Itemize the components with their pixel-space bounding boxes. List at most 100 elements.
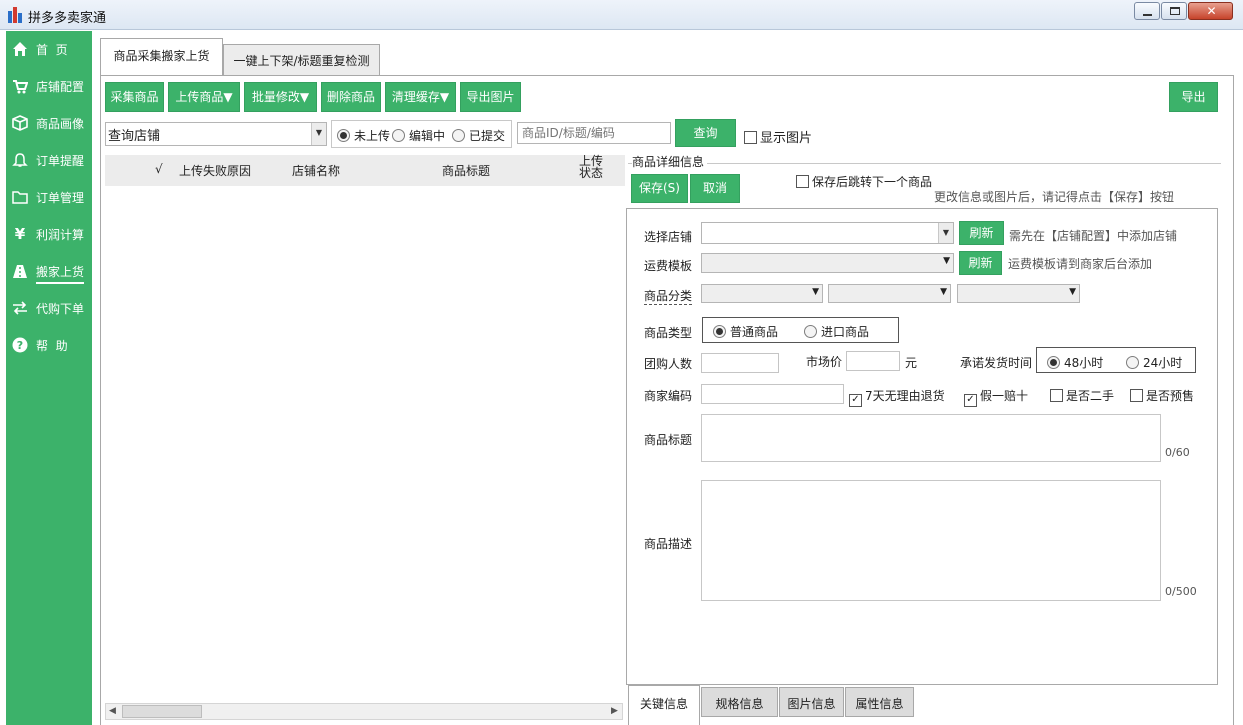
radio-label: 24小时 (1143, 356, 1183, 370)
collect-products-button[interactable]: 采集商品 (105, 82, 164, 112)
freight-template-label: 运费模板 (644, 259, 693, 273)
grid-header: √ 上传失败原因 店铺名称 商品标题 上传状态 (105, 155, 625, 186)
checkbox-label: 保存后跳转下一个商品 (812, 175, 933, 189)
scroll-left-icon[interactable]: ◀ (109, 706, 116, 716)
sidebar-item-home[interactable]: 首 页 (6, 31, 92, 67)
tab-collect-move[interactable]: 商品采集搬家上货 (100, 38, 223, 75)
close-button[interactable]: ✕ (1188, 2, 1233, 20)
ship-time-24h-radio[interactable]: 24小时 (1126, 354, 1182, 371)
scroll-thumb[interactable] (122, 705, 202, 718)
question-icon: ? (12, 337, 28, 353)
yen-icon: ¥ (14, 225, 26, 243)
sidebar-item-help[interactable]: ? 帮 助 (6, 327, 92, 363)
cancel-button[interactable]: 取消 (690, 174, 740, 203)
search-input[interactable] (517, 122, 671, 144)
sidebar-item-shop-config[interactable]: 店铺配置 (6, 68, 92, 104)
product-type-label: 商品类型 (644, 326, 693, 340)
query-button[interactable]: 查询 (675, 119, 736, 147)
yuan-unit: 元 (905, 356, 918, 370)
sidebar-item-move-listing[interactable]: 搬家上货 (6, 253, 92, 289)
ship-time-label: 承诺发货时间 (960, 356, 1033, 370)
chevron-down-icon: ▼ (938, 223, 953, 243)
sidebar: 首 页 店铺配置 商品画像 订单提醒 订单管理 ¥ 利润计算 搬家上货 代购下单… (6, 31, 92, 725)
tab-image-info[interactable]: 图片信息 (779, 687, 844, 717)
sidebar-item-label: 订单提醒 (36, 154, 85, 168)
product-title-textarea[interactable] (701, 414, 1161, 462)
tab-key-info[interactable]: 关键信息 (628, 685, 700, 725)
select-shop-combo[interactable]: ▼ (701, 222, 954, 244)
maximize-button[interactable] (1161, 2, 1187, 20)
upload-products-button[interactable]: 上传商品▼ (168, 82, 240, 112)
desc-char-count: 0/500 (1165, 585, 1197, 598)
chevron-down-icon: ▼ (311, 123, 326, 145)
batch-edit-button[interactable]: 批量修改▼ (244, 82, 317, 112)
refresh-shop-button[interactable]: 刷新 (959, 221, 1004, 245)
group-count-input[interactable] (701, 353, 779, 373)
svg-text:?: ? (17, 339, 23, 352)
tab-spec-info[interactable]: 规格信息 (701, 687, 778, 717)
category-level3-select[interactable]: ▼ (957, 284, 1080, 303)
column-product-title[interactable]: 商品标题 (442, 162, 490, 179)
save-hint: 更改信息或图片后，请记得点击【保存】按钮 (934, 190, 1175, 204)
tab-attribute-info[interactable]: 属性信息 (845, 687, 914, 717)
freight-template-combo[interactable]: ▼ (701, 253, 954, 273)
show-images-checkbox[interactable]: 显示图片 (744, 127, 812, 146)
shop-select-value: 查询店铺 (108, 129, 161, 144)
product-type-normal-radio[interactable]: 普通商品 (713, 323, 778, 340)
status-editing-radio[interactable]: 编辑中 (392, 127, 445, 144)
status-submitted-radio[interactable]: 已提交 (452, 127, 505, 144)
presale-checkbox[interactable]: 是否预售 (1130, 387, 1194, 404)
merchant-code-input[interactable] (701, 384, 844, 404)
column-upload-status[interactable]: 上传状态 (579, 155, 605, 179)
sidebar-item-label: 店铺配置 (36, 80, 85, 94)
sidebar-item-label: 商品画像 (36, 117, 85, 131)
detail-group-line (628, 163, 1221, 164)
folder-icon (12, 191, 28, 204)
home-icon (13, 42, 27, 56)
shop-select[interactable]: 查询店铺 ▼ (105, 122, 327, 146)
refresh-freight-button[interactable]: 刷新 (959, 251, 1002, 275)
clear-cache-button[interactable]: 清理缓存▼ (385, 82, 456, 112)
scroll-right-icon[interactable]: ▶ (611, 706, 618, 716)
product-type-import-radio[interactable]: 进口商品 (804, 323, 869, 340)
radio-label: 普通商品 (730, 325, 779, 339)
checkbox-label: 是否二手 (1066, 389, 1115, 403)
category-label[interactable]: 商品分类 (644, 287, 693, 305)
product-desc-label: 商品描述 (644, 537, 693, 551)
seven-day-return-checkbox[interactable]: ✓ 7天无理由退货 (849, 387, 945, 407)
delete-products-button[interactable]: 删除商品 (321, 82, 381, 112)
column-shop-name[interactable]: 店铺名称 (292, 162, 340, 179)
column-fail-reason[interactable]: 上传失败原因 (179, 162, 251, 179)
shop-hint: 需先在【店铺配置】中添加店铺 (1009, 229, 1178, 243)
sidebar-item-label: 订单管理 (36, 191, 85, 205)
sidebar-item-label: 代购下单 (36, 302, 85, 316)
sidebar-item-proxy-order[interactable]: 代购下单 (6, 290, 92, 326)
save-button[interactable]: 保存(S) (631, 174, 688, 203)
ship-time-48h-radio[interactable]: 48小时 (1047, 354, 1103, 371)
minimize-button[interactable] (1134, 2, 1160, 20)
export-images-button[interactable]: 导出图片 (460, 82, 521, 112)
column-select[interactable]: √ (155, 162, 163, 176)
checkbox-label: 假一赔十 (980, 389, 1029, 403)
category-level2-select[interactable]: ▼ (828, 284, 951, 303)
sidebar-item-order-reminder[interactable]: 订单提醒 (6, 142, 92, 178)
window-title: 拼多多卖家通 (28, 11, 107, 26)
tab-shelf-title-check[interactable]: 一键上下架/标题重复检测 (223, 44, 380, 75)
sidebar-item-product-profile[interactable]: 商品画像 (6, 105, 92, 141)
horizontal-scrollbar[interactable]: ◀ ▶ (105, 703, 623, 720)
category-level1-select[interactable]: ▼ (701, 284, 823, 303)
product-desc-textarea[interactable] (701, 480, 1161, 601)
product-grid[interactable] (105, 186, 625, 703)
checkbox-label: 7天无理由退货 (865, 389, 945, 403)
save-next-checkbox[interactable]: 保存后跳转下一个商品 (796, 173, 932, 190)
sidebar-item-profit-calc[interactable]: ¥ 利润计算 (6, 216, 92, 252)
sidebar-item-order-management[interactable]: 订单管理 (6, 179, 92, 215)
road-icon (13, 265, 27, 278)
fake-pay-ten-checkbox[interactable]: ✓ 假一赔十 (964, 387, 1028, 407)
second-hand-checkbox[interactable]: 是否二手 (1050, 387, 1114, 404)
status-not-uploaded-radio[interactable]: 未上传 (337, 127, 390, 144)
radio-label: 已提交 (469, 129, 506, 143)
detail-title: 商品详细信息 (632, 153, 708, 170)
export-button[interactable]: 导出 (1169, 82, 1218, 112)
market-price-input[interactable] (846, 351, 900, 371)
